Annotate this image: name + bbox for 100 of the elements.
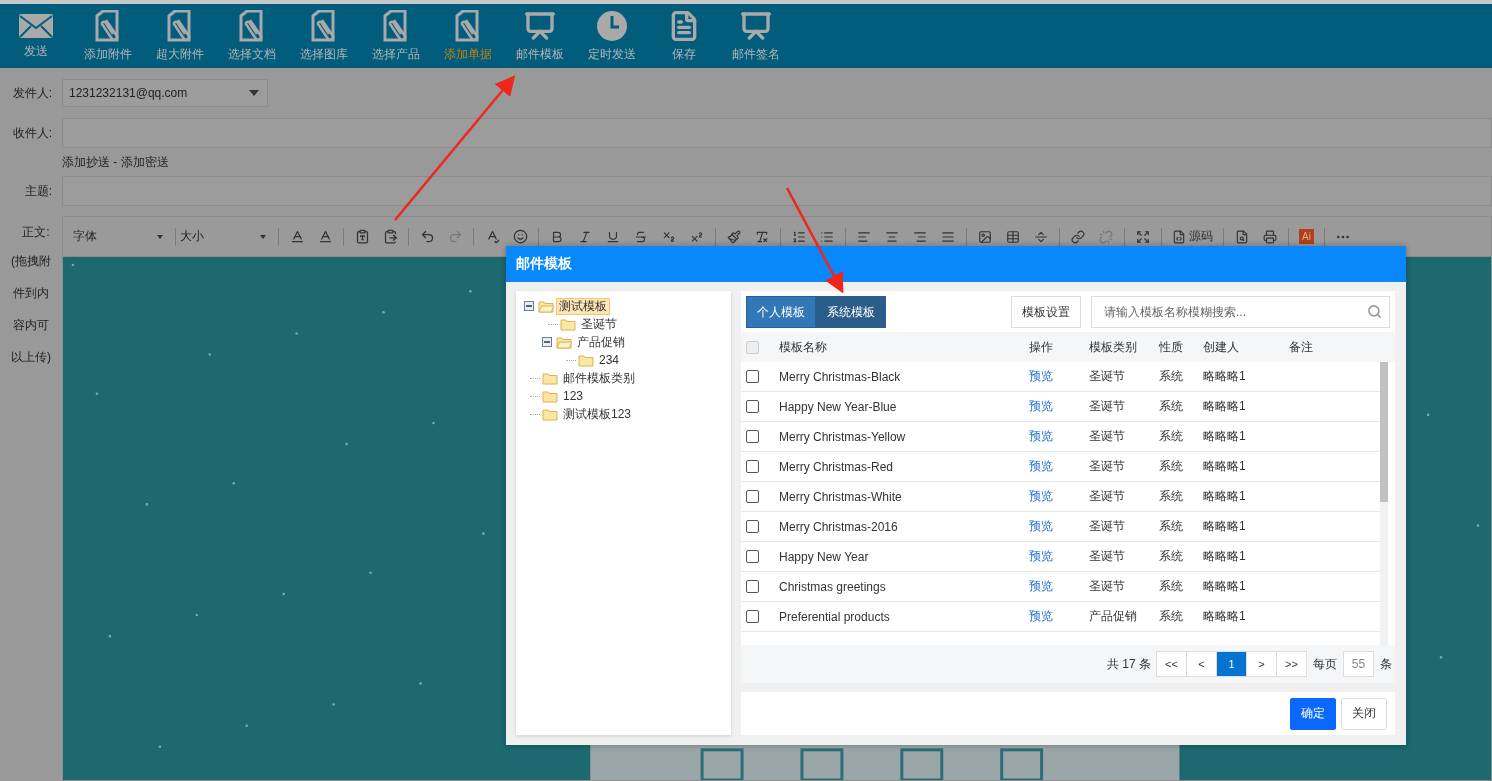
template-tab[interactable]: 系统模板 (816, 296, 886, 328)
tree-node[interactable]: 圣诞节 (578, 315, 620, 333)
table-cell-text: 略略略1 (1203, 578, 1247, 595)
table-cell-text: 系统 (1159, 548, 1184, 565)
open-folder-icon (538, 299, 554, 313)
tree-node[interactable]: 邮件模板类别 (560, 369, 638, 387)
column-header: 模板类别 (1089, 338, 1138, 356)
table-cell-text: 圣诞节 (1089, 398, 1126, 415)
collapse-toggle-icon[interactable] (542, 337, 552, 347)
row-checkbox[interactable] (746, 490, 759, 503)
ai-button[interactable]: Ai (1299, 229, 1314, 244)
table-cell-text: Merry Christmas-Red (779, 459, 894, 474)
toolbar-button[interactable]: 邮件签名 (720, 9, 792, 63)
table-cell-text: 略略略1 (1203, 398, 1247, 415)
toolbar-button[interactable]: 选择图库 (288, 9, 360, 63)
presentation-board-icon (740, 9, 772, 42)
toolbar-button[interactable]: 选择产品 (360, 9, 432, 63)
column-header: 操作 (1029, 338, 1054, 356)
row-checkbox[interactable] (746, 580, 759, 593)
row-checkbox[interactable] (746, 460, 759, 473)
table-cell-text: 系统 (1159, 428, 1184, 445)
page-button[interactable]: < (1186, 651, 1217, 677)
code-file-icon (1172, 229, 1186, 244)
page-button[interactable]: << (1156, 651, 1187, 677)
table-cell-text: Preferential products (779, 609, 891, 624)
search-icon[interactable] (1367, 304, 1382, 319)
table-cell-text: 略略略1 (1203, 608, 1247, 625)
table-cell-text: 系统 (1159, 398, 1184, 415)
preview-link[interactable]: 预览 (1029, 428, 1089, 445)
table-cell-text: 系统 (1159, 488, 1184, 505)
confirm-button[interactable]: 确定 (1290, 697, 1336, 730)
search-field[interactable]: 请输入模板名称模糊搜索... (1091, 296, 1390, 328)
table-cell-text: Merry Christmas-White (779, 489, 903, 504)
tree-node[interactable]: 234 (596, 351, 623, 369)
column-header: 模板名称 (779, 338, 828, 356)
sender-select[interactable]: 1231232131@qq.com (62, 79, 268, 107)
per-page-unit: 条 (1380, 655, 1392, 673)
preview-link[interactable]: 预览 (1029, 608, 1089, 625)
tree-node[interactable]: 测试模板 (556, 297, 610, 315)
page-button[interactable]: >> (1276, 651, 1307, 677)
folder-icon (542, 389, 558, 403)
toolbar-button[interactable]: 选择文档 (216, 9, 288, 63)
row-checkbox[interactable] (746, 610, 759, 623)
folder-icon (542, 371, 558, 385)
toolbar-button[interactable]: 添加附件 (72, 9, 144, 63)
tree-node[interactable]: 123 (560, 387, 587, 405)
dialog-title: 邮件模板 (506, 246, 1406, 282)
toolbar-button[interactable]: 超大附件 (144, 9, 216, 63)
template-settings-button[interactable]: 模板设置 (1011, 296, 1081, 328)
field-label: 发件人: (11, 84, 53, 102)
folder-icon (560, 317, 576, 331)
field-label: 主题: (23, 182, 53, 200)
subject-field[interactable] (62, 176, 1492, 206)
toolbar-button[interactable]: 发送 (0, 12, 72, 60)
tree-node[interactable]: 测试模板123 (560, 405, 635, 423)
recipient-field[interactable] (62, 118, 1492, 148)
upload-hint: (拖拽附件到内容内可以上传) (10, 253, 52, 366)
table-cell-text: 圣诞节 (1089, 548, 1126, 565)
toolbar-button[interactable]: 定时发送 (576, 9, 648, 63)
preview-link[interactable]: 预览 (1029, 548, 1089, 565)
template-tab[interactable]: 个人模板 (746, 296, 816, 328)
close-button[interactable]: 关闭 (1341, 697, 1387, 730)
font-dropdown[interactable]: 字体 (73, 228, 171, 245)
row-checkbox[interactable] (746, 370, 759, 383)
select-all-checkbox[interactable] (746, 340, 759, 354)
source-button[interactable]: 源码 (1166, 228, 1219, 245)
preview-link[interactable]: 预览 (1029, 488, 1089, 505)
row-checkbox[interactable] (746, 430, 759, 443)
presentation-board-icon (524, 9, 556, 42)
caret-icon (249, 90, 259, 96)
toolbar-button[interactable]: 保存 (648, 9, 720, 63)
preview-link[interactable]: 预览 (1029, 518, 1089, 535)
page-button[interactable]: 1 (1216, 651, 1247, 677)
table-cell-text: 圣诞节 (1089, 458, 1126, 475)
row-checkbox[interactable] (746, 400, 759, 413)
per-page-field[interactable]: 55 (1343, 651, 1374, 677)
preview-link[interactable]: 预览 (1029, 398, 1089, 415)
page-button[interactable]: > (1246, 651, 1277, 677)
table-cell-text: Merry Christmas-Black (779, 369, 902, 384)
table-cell-text: 略略略1 (1203, 368, 1247, 385)
preview-link[interactable]: 预览 (1029, 458, 1089, 475)
table-cell-text: 略略略1 (1203, 428, 1247, 445)
row-checkbox[interactable] (746, 520, 759, 533)
per-page-label: 每页 (1313, 655, 1337, 673)
table-cell-text: 略略略1 (1203, 518, 1247, 535)
total-count: 共 17 条 (1106, 655, 1151, 673)
preview-link[interactable]: 预览 (1029, 368, 1089, 385)
preview-link[interactable]: 预览 (1029, 578, 1089, 595)
size-dropdown[interactable]: 大小 (180, 228, 274, 245)
toolbar-button[interactable]: 邮件模板 (504, 9, 576, 63)
collapse-toggle-icon[interactable] (524, 301, 534, 311)
folder-icon (542, 407, 558, 421)
row-checkbox[interactable] (746, 550, 759, 563)
cc-links[interactable]: 添加抄送 - 添加密送 (62, 154, 1492, 170)
scrollbar[interactable] (1380, 362, 1388, 645)
tree-node[interactable]: 产品促销 (574, 333, 628, 351)
clock-icon (596, 9, 628, 42)
table-cell-text: 圣诞节 (1089, 578, 1126, 595)
table-cell-text: 圣诞节 (1089, 518, 1126, 535)
table-cell-text: Christmas greetings (779, 579, 887, 594)
